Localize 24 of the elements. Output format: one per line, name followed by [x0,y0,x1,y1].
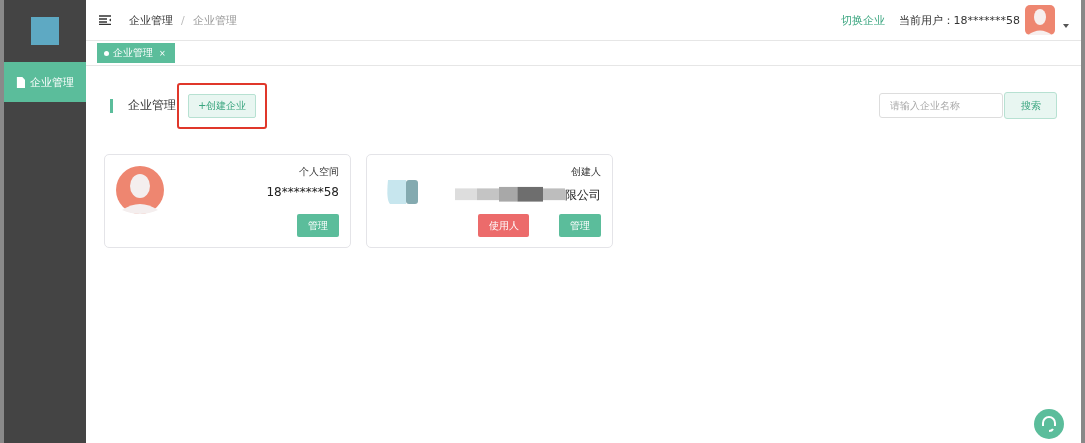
caret-icon[interactable] [1063,24,1069,28]
page-tab[interactable]: 企业管理 × [97,43,175,63]
card-label: 创建人 [571,165,601,179]
search-button[interactable]: 搜索 [1004,92,1057,119]
user-label: 当前用户： [898,12,954,28]
search-field[interactable]: 请输入企业名称 [879,93,1003,118]
user-name: 18*******58 [953,13,1020,27]
breadcrumb-separator: / [181,13,185,27]
card-label: 个人空间 [299,165,339,179]
breadcrumb-item: 企业管理 [192,12,237,28]
sidebar-item[interactable]: 企业管理 [4,62,86,102]
avatar-icon [116,166,164,214]
card-title: 限公司 [565,186,601,204]
create-button[interactable]: +创建企业 [188,93,257,118]
card-title: 18*******58 [266,185,339,199]
breadcrumb-item[interactable]: 企业管理 [129,12,173,28]
card-button[interactable]: 使用人 [478,214,529,237]
switch-link[interactable]: 切换企业 [840,12,885,28]
card-button[interactable]: 管理 [559,214,601,237]
card-button[interactable]: 管理 [297,214,339,237]
menu-icon[interactable] [99,15,111,25]
page-title: 企业管理 [128,97,176,114]
document-icon [16,76,25,88]
logo-icon [31,17,59,45]
